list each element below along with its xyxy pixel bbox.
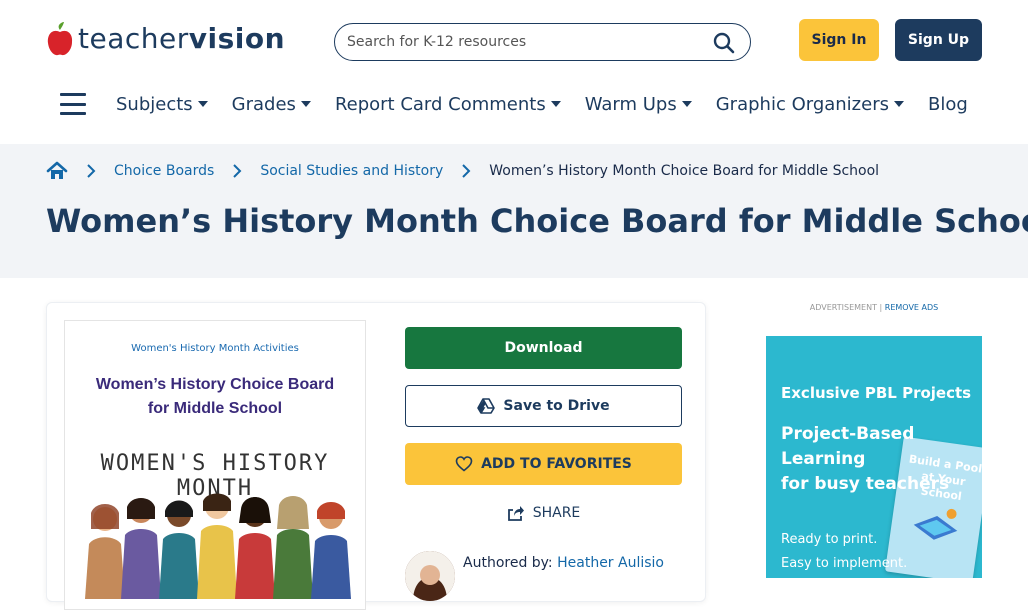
caret-down-icon [550,101,561,107]
advertisement-banner[interactable]: Exclusive PBL Projects Build a Pool at Y… [766,336,982,578]
caret-down-icon [681,101,692,107]
add-to-favorites-label: ADD TO FAVORITES [481,456,632,472]
nav-item-graphic-organizers[interactable]: Graphic Organizers [716,94,904,115]
logo[interactable]: teachervision [46,20,285,58]
advertisement-label: ADVERTISEMENT | REMOVE ADS [809,303,939,312]
caret-down-icon [893,101,904,107]
search-icon[interactable] [712,31,736,55]
download-button[interactable]: Download [405,327,682,369]
chevron-right-icon [233,164,242,178]
women-illustration [85,493,351,599]
remove-ads-link[interactable]: REMOVE ADS [885,303,938,312]
menu-icon[interactable] [60,93,86,115]
nav-label: Grades [231,93,296,115]
search-bar [334,23,751,61]
home-icon[interactable] [46,160,68,182]
logo-text-teacher: teacher [78,22,189,55]
nav-label: Warm Ups [584,93,677,115]
add-to-favorites-button[interactable]: ADD TO FAVORITES [405,443,682,485]
site-header: teachervision Sign In Sign Up Subjects G… [0,0,1028,144]
nav-label: Report Card Comments [334,93,546,115]
authored-by-label: Authored by: [463,555,553,571]
breadcrumb-link-choice-boards[interactable]: Choice Boards [114,163,214,179]
save-to-drive-button[interactable]: Save to Drive [405,385,682,427]
ad-heading: Exclusive PBL Projects [781,384,972,402]
ad-title: Project-Based Learning for busy teachers [781,424,950,494]
nav-item-report-card-comments[interactable]: Report Card Comments [335,94,561,115]
resource-preview[interactable]: Women's History Month Activities Women’s… [64,320,366,610]
nav-item-warm-ups[interactable]: Warm Ups [585,94,692,115]
breadcrumb: Choice Boards Social Studies and History… [46,160,879,182]
nav-label: Subjects [116,93,193,115]
breadcrumb-current: Women’s History Month Choice Board for M… [489,163,880,179]
sign-up-button[interactable]: Sign Up [895,19,982,61]
breadcrumb-link-social-studies[interactable]: Social Studies and History [260,163,443,179]
sign-in-button[interactable]: Sign In [799,19,879,61]
caret-down-icon [300,101,311,107]
logo-text-vision: vision [188,22,286,55]
share-button[interactable]: SHARE [405,501,682,525]
page-title: Women’s History Month Choice Board for M… [46,202,1028,240]
page-hero: Choice Boards Social Studies and History… [0,144,1028,278]
author-name-link[interactable]: Heather Aulisio [557,555,664,571]
main-nav: Subjects Grades Report Card Comments War… [60,84,992,124]
ad-body: Ready to print. Easy to implement. [781,532,908,571]
nav-item-subjects[interactable]: Subjects [116,94,208,115]
preview-subtitle: Women's History Month Activities [131,343,299,354]
caret-down-icon [197,101,208,107]
author-info: Authored by: Heather Aulisio [405,551,664,601]
save-to-drive-label: Save to Drive [503,398,610,414]
author-avatar [405,551,455,601]
chevron-right-icon [87,164,96,178]
apple-icon [47,22,73,56]
heart-icon [455,456,473,472]
chevron-right-icon [462,164,471,178]
search-input[interactable] [347,34,707,50]
share-label: SHARE [532,505,581,521]
nav-label: Blog [927,93,968,115]
nav-item-blog[interactable]: Blog [928,94,968,115]
nav-label: Graphic Organizers [715,93,889,115]
preview-title: Women’s History Choice Board for Middle … [95,376,335,417]
resource-card: Women's History Month Activities Women’s… [46,302,706,610]
google-drive-icon [477,398,496,414]
nav-item-grades[interactable]: Grades [232,94,311,115]
share-icon [507,506,524,521]
